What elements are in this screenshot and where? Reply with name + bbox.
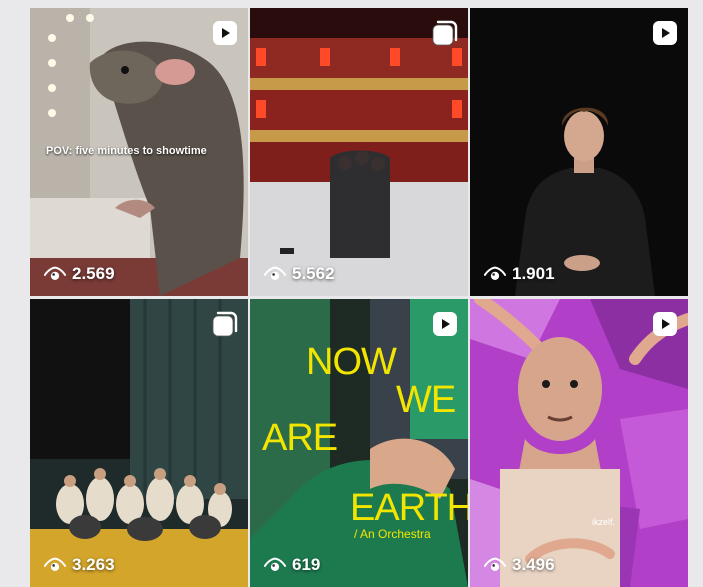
reel-icon — [432, 311, 458, 337]
view-count-value: 1.901 — [512, 264, 555, 283]
view-count-value: 5.562 — [292, 264, 335, 283]
reel-icon — [212, 20, 238, 46]
view-count-value: 3.263 — [72, 555, 115, 574]
view-count-value: 2.569 — [72, 264, 115, 283]
grid-tile-group[interactable]: 3.263 — [30, 299, 248, 587]
view-count: 3.263 — [44, 555, 115, 575]
grid-tile-performer[interactable]: 1.901 — [470, 8, 688, 296]
grid-tile-poster[interactable]: NOW WE ARE EARTH / An Orchestra 619 — [250, 299, 468, 587]
tile-thumbnail — [470, 8, 688, 296]
view-count: 5.562 — [264, 264, 335, 284]
view-count-value: 3.496 — [512, 555, 555, 574]
reel-icon — [652, 311, 678, 337]
reel-icon — [652, 20, 678, 46]
view-count: 3.496 — [484, 555, 555, 575]
poster-subtitle: / An Orchestra — [354, 527, 431, 541]
eye-icon — [484, 557, 506, 573]
view-count-value: 619 — [292, 555, 321, 574]
eye-icon — [44, 266, 66, 282]
grid-tile-purple[interactable]: ikzelf. 3.496 — [470, 299, 688, 587]
tile-thumbnail — [250, 8, 468, 296]
view-count: 1.901 — [484, 264, 555, 284]
grid-tile-theatre[interactable]: 5.562 — [250, 8, 468, 296]
grid-tile-rat[interactable]: POV: five minutes to showtime 2.569 — [30, 8, 248, 296]
poster-title-line: EARTH — [350, 487, 468, 529]
eye-icon — [44, 557, 66, 573]
view-count: 2.569 — [44, 264, 115, 284]
carousel-icon — [432, 20, 458, 46]
carousel-icon — [212, 311, 238, 337]
eye-icon — [484, 266, 506, 282]
tile-thumbnail — [470, 299, 688, 587]
eye-icon — [264, 266, 286, 282]
post-grid: POV: five minutes to showtime 2.569 5.56… — [30, 8, 688, 587]
poster-title-line: WE — [396, 379, 456, 421]
eye-icon — [264, 557, 286, 573]
video-caption: POV: five minutes to showtime — [46, 145, 207, 157]
poster-title-line: NOW — [306, 341, 397, 383]
poster-title-line: ARE — [262, 417, 338, 459]
view-count: 619 — [264, 555, 320, 575]
tile-thumbnail — [30, 299, 248, 587]
signature-text: ikzelf. — [592, 517, 616, 527]
